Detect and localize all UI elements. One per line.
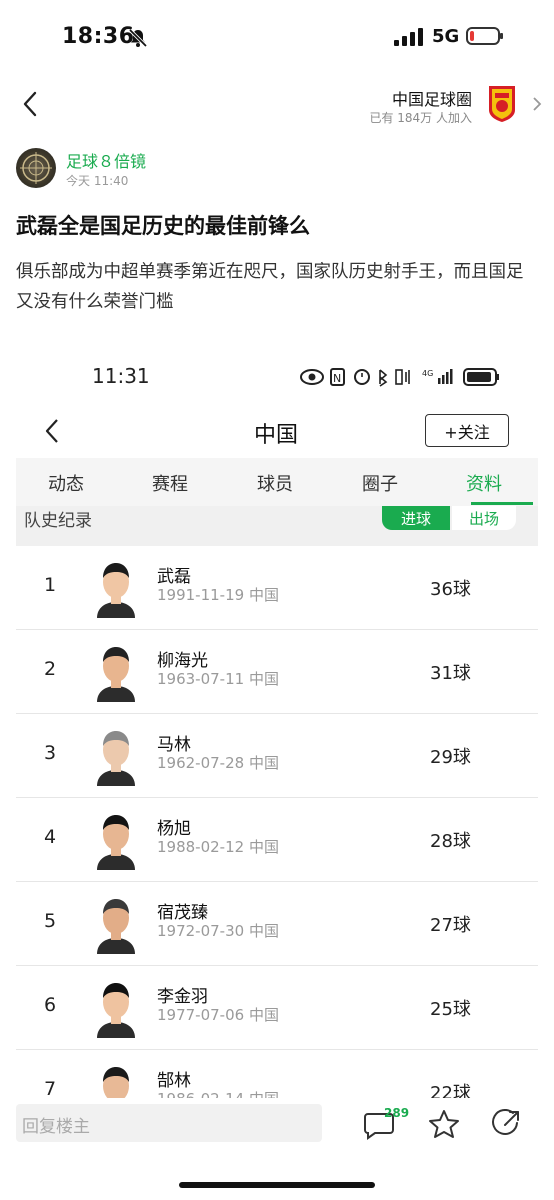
battery-icon bbox=[466, 27, 503, 45]
screenshot-tab-bar: 动态 赛程 球员 圈子 资料 bbox=[16, 458, 538, 506]
reply-input[interactable]: 回复楼主 bbox=[16, 1104, 322, 1142]
post-time: 今天 11:40 bbox=[66, 174, 129, 188]
table-row[interactable]: 6 李金羽 1977-07-06 中国 25球 bbox=[16, 966, 538, 1050]
player-birth-nation: 1962-07-28 中国 bbox=[157, 754, 279, 772]
network-label: 5G bbox=[432, 26, 460, 47]
player-rank: 1 bbox=[44, 574, 57, 596]
player-rank: 5 bbox=[44, 910, 57, 932]
player-goals: 28球 bbox=[430, 831, 471, 852]
bell-off-icon bbox=[128, 28, 148, 48]
status-time: 18:36 bbox=[62, 24, 135, 49]
svg-text:4G: 4G bbox=[422, 369, 433, 378]
player-photo bbox=[97, 563, 135, 618]
player-goals: 25球 bbox=[430, 999, 471, 1020]
player-birth-nation: 1963-07-11 中国 bbox=[157, 670, 279, 688]
section-label: 队史纪录 bbox=[24, 511, 92, 531]
player-goals: 29球 bbox=[430, 747, 471, 768]
player-birth-nation: 1991-11-19 中国 bbox=[157, 586, 279, 604]
share-icon[interactable] bbox=[491, 1109, 521, 1139]
player-photo bbox=[97, 647, 135, 702]
author-name[interactable]: 足球８倍镜 bbox=[66, 148, 146, 172]
player-photo bbox=[97, 899, 135, 954]
reply-placeholder: 回复楼主 bbox=[22, 1117, 90, 1137]
screenshot-back-icon[interactable] bbox=[44, 418, 60, 444]
screenshot-status-time: 11:31 bbox=[92, 364, 150, 388]
table-row[interactable]: 2 柳海光 1963-07-11 中国 31球 bbox=[16, 630, 538, 714]
player-photo bbox=[97, 815, 135, 870]
post-title: 武磊全是国足历史的最佳前锋么 bbox=[16, 214, 310, 238]
home-indicator bbox=[179, 1182, 375, 1188]
player-photo bbox=[97, 731, 135, 786]
screenshot-status-icons: N 4G bbox=[300, 368, 499, 387]
record-list: 1 武磊 1991-11-19 中国 36球 2 柳海光 1963-07-11 中国 31球 3… bbox=[16, 546, 538, 1134]
chevron-right-icon[interactable] bbox=[532, 96, 542, 112]
back-icon[interactable] bbox=[18, 90, 42, 118]
table-row[interactable]: 4 杨旭 1988-02-12 中国 28球 bbox=[16, 798, 538, 882]
player-birth-nation: 1977-07-06 中国 bbox=[157, 1006, 279, 1024]
player-goals: 31球 bbox=[430, 663, 471, 684]
player-rank: 2 bbox=[44, 658, 57, 680]
table-row[interactable]: 1 武磊 1991-11-19 中国 36球 bbox=[16, 546, 538, 630]
player-birth-nation: 1988-02-12 中国 bbox=[157, 838, 279, 856]
cfa-logo-icon[interactable] bbox=[487, 84, 517, 124]
comment-count: 289 bbox=[384, 1106, 410, 1120]
signal-icon bbox=[394, 28, 423, 46]
player-rank: 7 bbox=[44, 1078, 57, 1100]
player-birth-nation: 1972-07-30 中国 bbox=[157, 922, 279, 940]
svg-text:N: N bbox=[333, 372, 341, 385]
active-tab-indicator bbox=[471, 502, 533, 505]
group-member-count: 已有 184万 人加入 bbox=[369, 111, 472, 125]
group-name[interactable]: 中国足球圈 bbox=[392, 86, 472, 110]
tab-info[interactable]: 资料 bbox=[466, 470, 502, 496]
tab-players[interactable]: 球员 bbox=[257, 470, 293, 496]
player-rank: 4 bbox=[44, 826, 57, 848]
player-goals: 36球 bbox=[430, 579, 471, 600]
section-header: 队史纪录 进球 出场 bbox=[16, 506, 538, 546]
star-icon[interactable] bbox=[428, 1109, 460, 1139]
post-body: 俱乐部成为中超单赛季第近在咫尺，国家队历史射手王，而且国足又没有什么荣誉门槛 bbox=[16, 262, 524, 312]
tab-dynamics[interactable]: 动态 bbox=[48, 470, 84, 496]
player-photo bbox=[97, 983, 135, 1038]
author-avatar[interactable] bbox=[16, 148, 56, 188]
follow-button[interactable]: +关注 bbox=[425, 414, 509, 447]
table-row[interactable]: 3 马林 1962-07-28 中国 29球 bbox=[16, 714, 538, 798]
player-rank: 3 bbox=[44, 742, 57, 764]
tab-circle[interactable]: 圈子 bbox=[362, 470, 398, 496]
toggle-appearances[interactable]: 出场 bbox=[452, 506, 516, 530]
screenshot-page-title: 中国 bbox=[254, 423, 299, 448]
player-goals: 27球 bbox=[430, 915, 471, 936]
player-rank: 6 bbox=[44, 994, 57, 1016]
tab-schedule[interactable]: 赛程 bbox=[152, 470, 188, 496]
toggle-goals[interactable]: 进球 bbox=[382, 506, 450, 530]
table-row[interactable]: 5 宿茂臻 1972-07-30 中国 27球 bbox=[16, 882, 538, 966]
